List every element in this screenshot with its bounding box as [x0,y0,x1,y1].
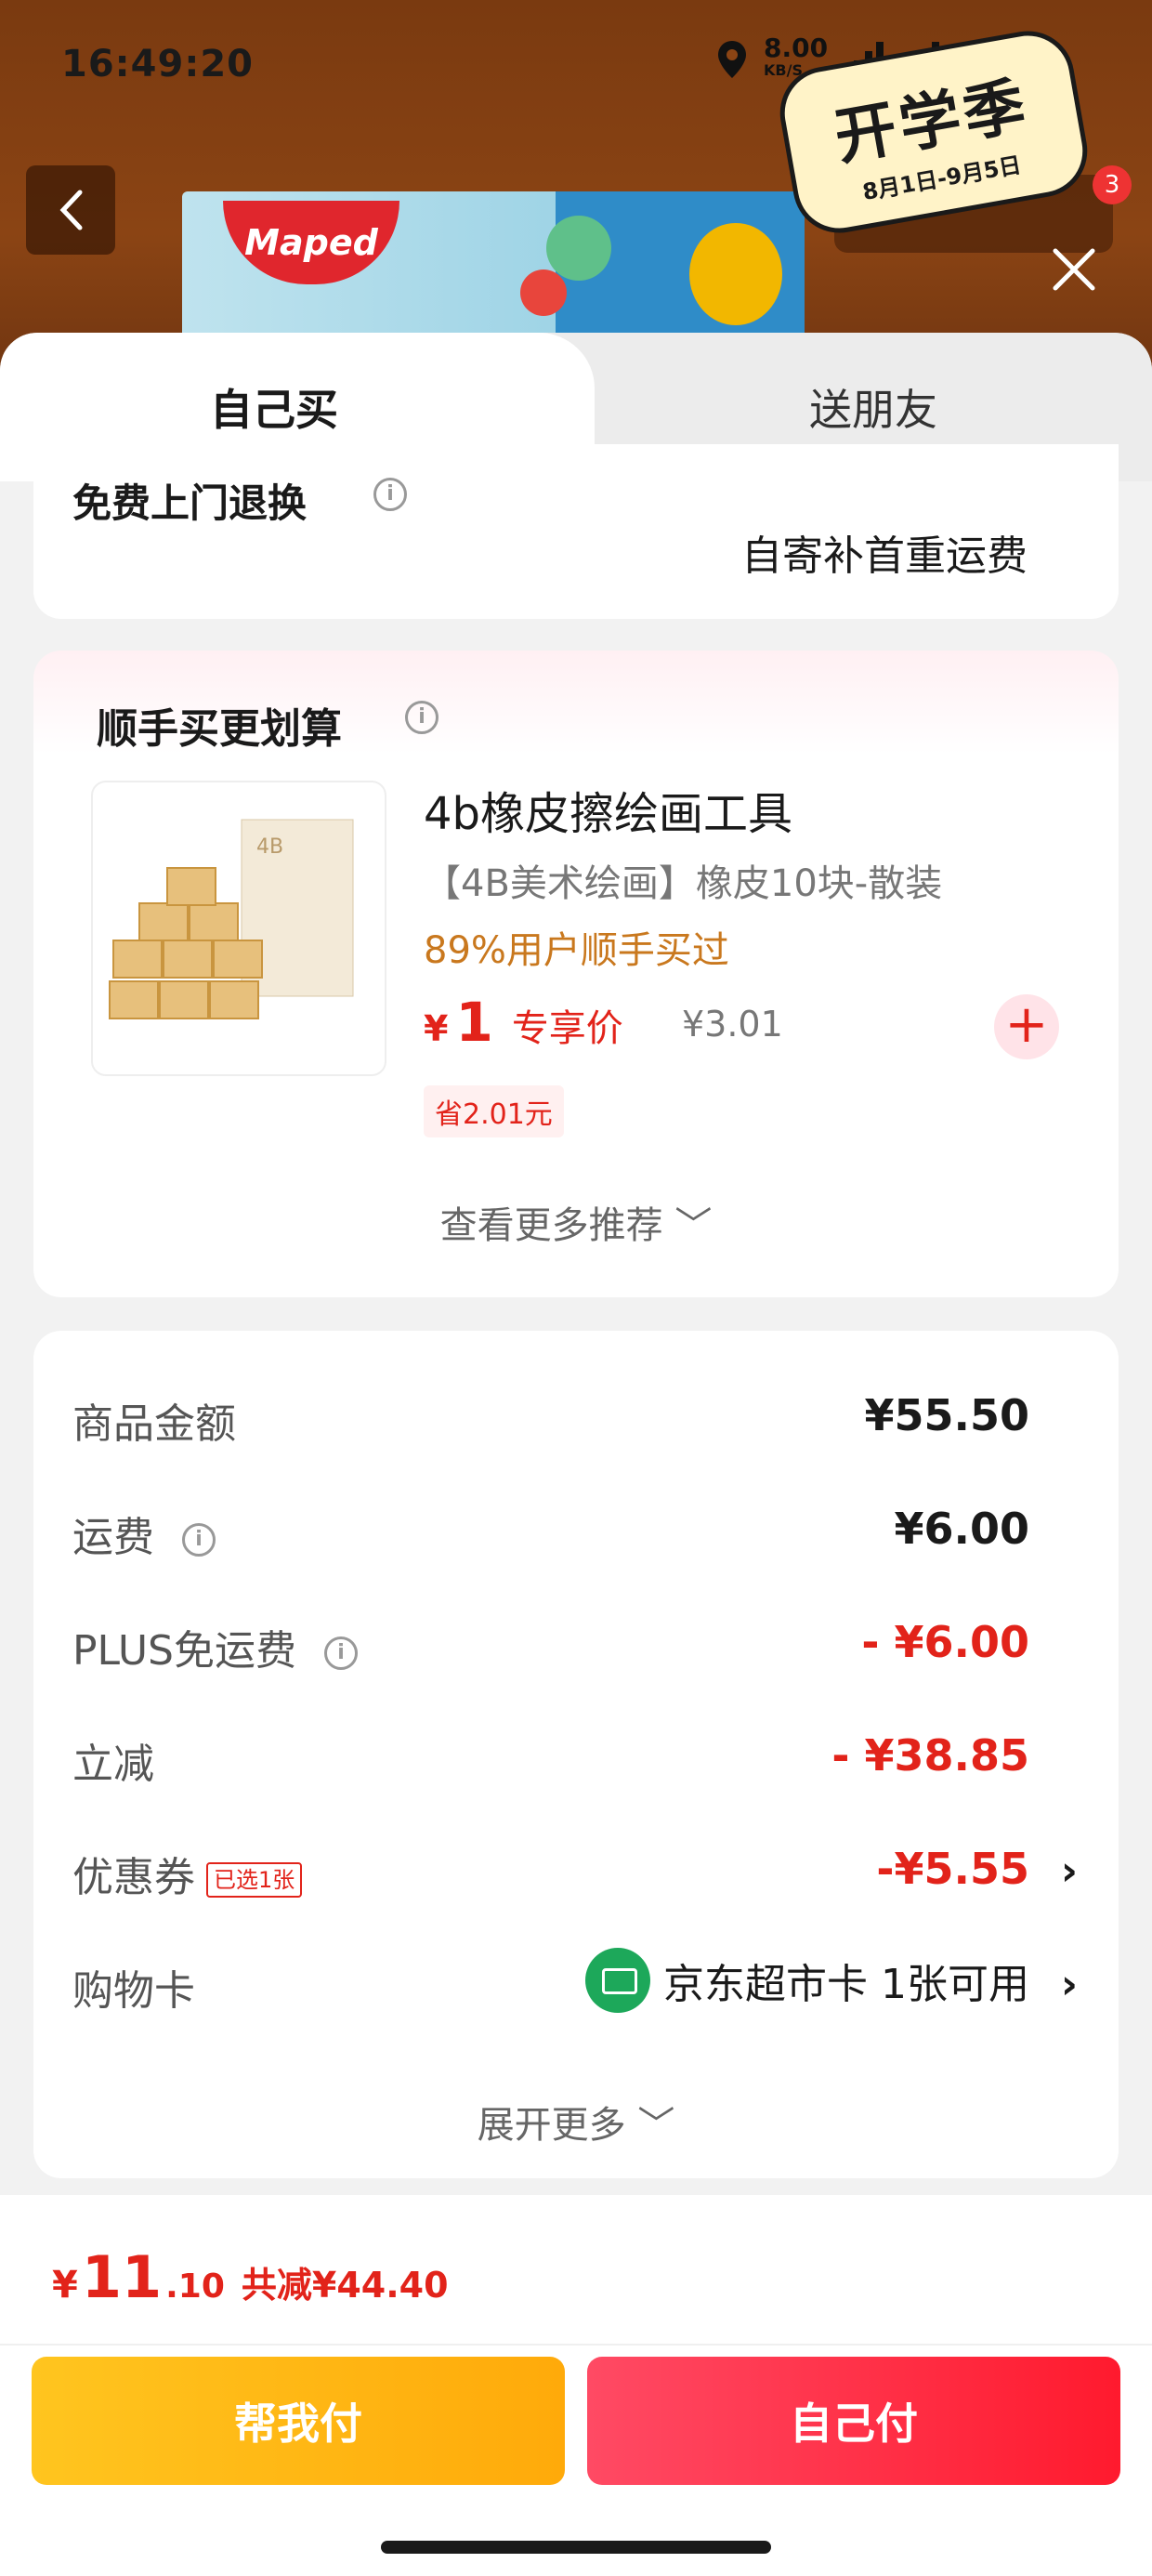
bundle-card: 顺手买更划算 i 4B 4b橡皮擦绘画工具 【4B美术绘画】橡皮10块-散装 8… [33,651,1119,1297]
eraser-image: 4B [109,819,354,1019]
total-saved: 共减¥44.40 [241,2265,449,2306]
summary-row-shopping-card[interactable]: 购物卡 京东超市卡 1张可用 › [72,1944,1119,2018]
bundle-title: 顺手买更划算 [97,705,342,753]
balloon-decoration [520,269,567,316]
chevron-down-icon: ﹀ [637,2104,675,2147]
self-pay-button[interactable]: 自己付 [587,2357,1120,2485]
close-icon[interactable] [1046,242,1102,297]
status-time: 16:49:20 [61,43,254,85]
chevron-right-icon: › [1060,1847,1078,1895]
info-icon[interactable]: i [182,1523,216,1557]
return-service-note: 自寄补首重运费 [741,532,1028,580]
summary-row-coupon[interactable]: 优惠券 已选1张 -¥5.55 › [72,1831,1119,1905]
return-service-card: 免费上门退换 i 自寄补首重运费 [33,444,1119,619]
back-button[interactable] [26,165,115,255]
info-icon[interactable]: i [373,478,407,511]
smiley-decoration [546,216,611,281]
price-summary-card: 商品金额 ¥55.50 运费 i ¥6.00 PLUS免运费 i - ¥6.00… [33,1331,1119,2178]
coupon-selected-badge: 已选1张 [206,1862,303,1898]
info-icon[interactable]: i [405,701,439,734]
currency-symbol: ¥ [424,1008,449,1049]
divider [0,2344,1152,2346]
price-tag: 专享价 [511,1007,623,1050]
notification-badge: 3 [1093,165,1132,204]
badge-decoration [689,223,782,325]
summary-row-shipping: 运费 i ¥6.00 [72,1504,1029,1561]
chevron-down-icon: ﹀ [674,1204,713,1247]
summary-row-discount: 立减 - ¥38.85 [72,1730,1029,1788]
social-proof: 89%用户顺手买过 [424,929,729,972]
price-value: 1 [455,991,493,1054]
info-icon[interactable]: i [324,1636,358,1670]
chevron-left-icon [59,190,83,230]
home-indicator[interactable] [381,2541,771,2554]
original-price: ¥3.01 [682,1004,783,1045]
product-thumbnail[interactable]: 4B [91,781,386,1076]
total-price: ¥ 11 .10 共减¥44.40 [52,2243,449,2311]
help-pay-button[interactable]: 帮我付 [32,2357,565,2485]
return-service-label: 免费上门退换 [72,480,308,526]
more-recommendations-link[interactable]: 查看更多推荐 ﹀ [33,1195,1119,1249]
svg-text:4B: 4B [256,835,283,859]
product-spec: 【4B美术绘画】橡皮10块-散装 [424,862,943,905]
checkout-bar: ¥ 11 .10 共减¥44.40 帮我付 自己付 [0,2195,1152,2576]
product-page-background: Maped 16:49:20 8.00 KB/S 82 开学季 8月1日-9月5… [0,0,1152,390]
summary-row-goods: 商品金额 ¥55.50 [72,1390,1029,1448]
add-to-order-button[interactable]: + [994,994,1059,1059]
summary-row-plus: PLUS免运费 i - ¥6.00 [72,1617,1029,1675]
location-icon [718,41,746,78]
shopping-card-icon [585,1948,651,2013]
product-name[interactable]: 4b橡皮擦绘画工具 [424,777,792,842]
expand-more-link[interactable]: 展开更多 ﹀ [33,2095,1119,2149]
chevron-right-icon: › [1060,1961,1078,2008]
saving-badge: 省2.01元 [424,1085,564,1137]
product-price: ¥ 1 专享价 [424,991,623,1054]
